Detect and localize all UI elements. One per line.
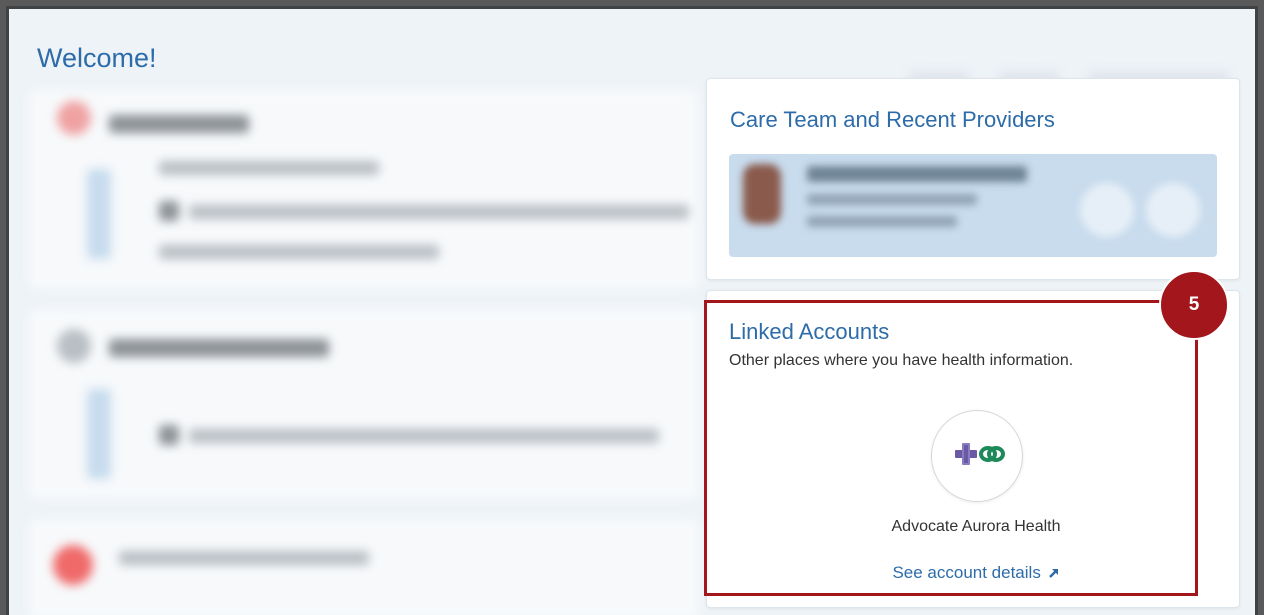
annotation-highlight-box [704, 300, 1198, 596]
page-title: Welcome! [37, 43, 157, 73]
care-team-card: Care Team and Recent Providers [706, 78, 1240, 280]
care-team-title: Care Team and Recent Providers [730, 107, 1055, 132]
blurred-dashboard-content [9, 89, 709, 615]
annotation-step-badge: 5 [1159, 270, 1229, 340]
provider-avatar [743, 164, 781, 224]
provider-card[interactable] [729, 154, 1217, 257]
